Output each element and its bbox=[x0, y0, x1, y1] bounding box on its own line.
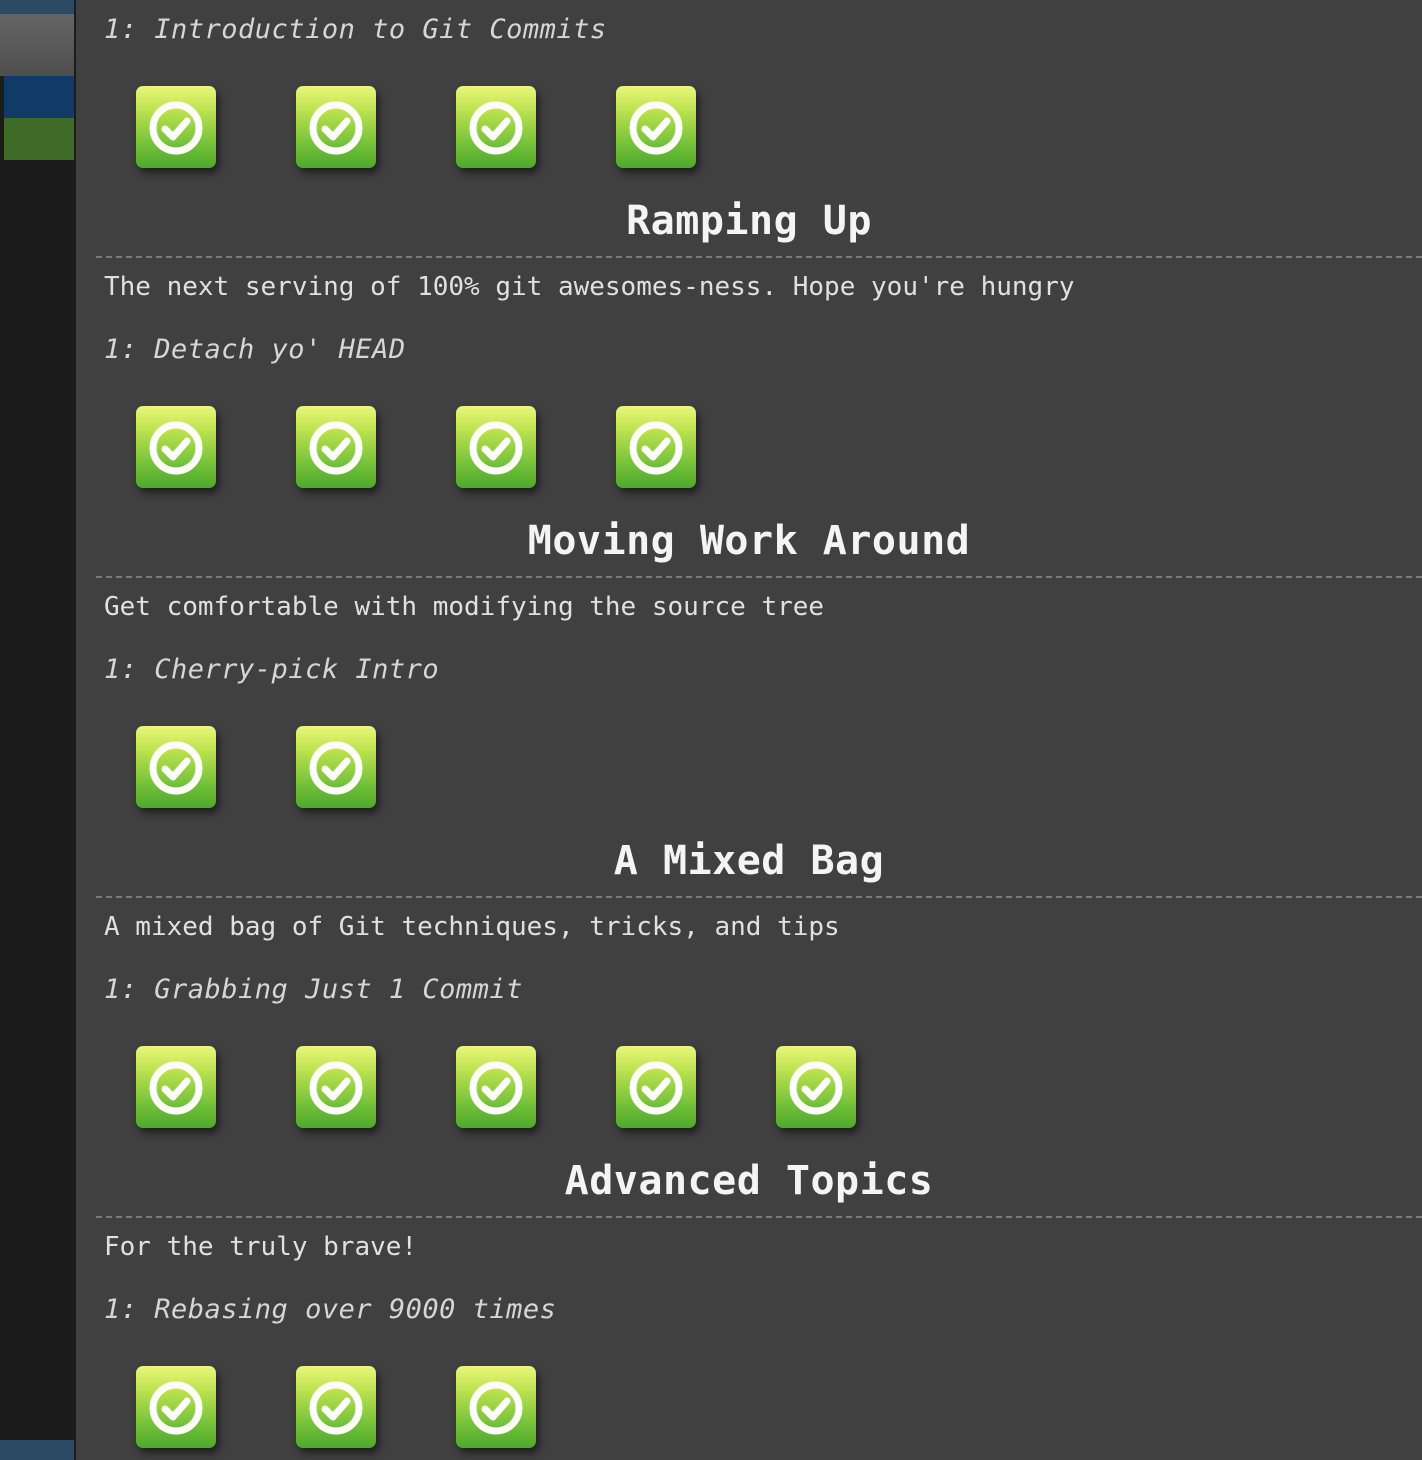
level-step-button[interactable] bbox=[296, 726, 376, 808]
level-step-button[interactable] bbox=[296, 86, 376, 168]
sequence-description: Get comfortable with modifying the sourc… bbox=[104, 592, 825, 622]
checkmark-icon bbox=[149, 101, 203, 155]
sequence-divider bbox=[96, 1216, 1422, 1218]
level-step-button[interactable] bbox=[136, 726, 216, 808]
checkmark-icon bbox=[629, 421, 683, 475]
checkmark-icon bbox=[629, 1061, 683, 1115]
level-step-button[interactable] bbox=[456, 406, 536, 488]
level-step-button[interactable] bbox=[616, 1046, 696, 1128]
sequence-title: Advanced Topics bbox=[564, 1158, 934, 1204]
level-step-button[interactable] bbox=[136, 86, 216, 168]
level-title: 1: Detach yo' HEAD bbox=[104, 334, 406, 365]
sequence-title: Ramping Up bbox=[626, 198, 872, 244]
sequence-title: Moving Work Around bbox=[527, 518, 971, 564]
checkmark-icon bbox=[149, 1061, 203, 1115]
level-step-button[interactable] bbox=[616, 86, 696, 168]
level-title: 1: Rebasing over 9000 times bbox=[104, 1294, 557, 1325]
sequence-description: The next serving of 100% git awesomes-ne… bbox=[104, 272, 1075, 302]
checkmark-icon bbox=[149, 741, 203, 795]
checkmark-icon bbox=[309, 741, 363, 795]
sidebar-top-edge bbox=[0, 0, 74, 14]
level-step-button[interactable] bbox=[456, 86, 536, 168]
level-step-button[interactable] bbox=[136, 1046, 216, 1128]
level-step-button[interactable] bbox=[136, 406, 216, 488]
checkmark-icon bbox=[789, 1061, 843, 1115]
checkmark-icon bbox=[629, 101, 683, 155]
checkmark-icon bbox=[309, 1061, 363, 1115]
sequence-description: For the truly brave! bbox=[104, 1232, 418, 1262]
level-step-button[interactable] bbox=[296, 1366, 376, 1448]
checkmark-icon bbox=[309, 101, 363, 155]
sequence-title: A Mixed Bag bbox=[613, 838, 885, 884]
level-step-button[interactable] bbox=[136, 1366, 216, 1448]
level-title: 1: Introduction to Git Commits bbox=[104, 14, 607, 45]
checkmark-icon bbox=[469, 1061, 523, 1115]
level-title: 1: Cherry-pick Intro bbox=[104, 654, 440, 685]
level-step-button[interactable] bbox=[456, 1046, 536, 1128]
level-step-button[interactable] bbox=[776, 1046, 856, 1128]
level-step-button[interactable] bbox=[296, 1046, 376, 1128]
sidebar-footer bbox=[0, 1440, 74, 1460]
sidebar-item-active[interactable] bbox=[4, 76, 74, 118]
checkmark-icon bbox=[309, 421, 363, 475]
level-step-button[interactable] bbox=[616, 406, 696, 488]
checkmark-icon bbox=[469, 421, 523, 475]
level-select-panel: 1: Introduction to Git Commits Ramping U… bbox=[76, 0, 1422, 1460]
checkmark-icon bbox=[469, 1381, 523, 1435]
checkmark-icon bbox=[469, 101, 523, 155]
sequence-divider bbox=[96, 896, 1422, 898]
sequence-description: A mixed bag of Git techniques, tricks, a… bbox=[104, 912, 840, 942]
checkmark-icon bbox=[149, 421, 203, 475]
checkmark-icon bbox=[309, 1381, 363, 1435]
sidebar bbox=[0, 0, 78, 1460]
sequence-divider bbox=[96, 256, 1422, 258]
checkmark-icon bbox=[149, 1381, 203, 1435]
sequence-divider bbox=[96, 576, 1422, 578]
level-step-button[interactable] bbox=[296, 406, 376, 488]
level-title: 1: Grabbing Just 1 Commit bbox=[104, 974, 523, 1005]
level-step-button[interactable] bbox=[456, 1366, 536, 1448]
sidebar-item-completed[interactable] bbox=[4, 118, 74, 160]
